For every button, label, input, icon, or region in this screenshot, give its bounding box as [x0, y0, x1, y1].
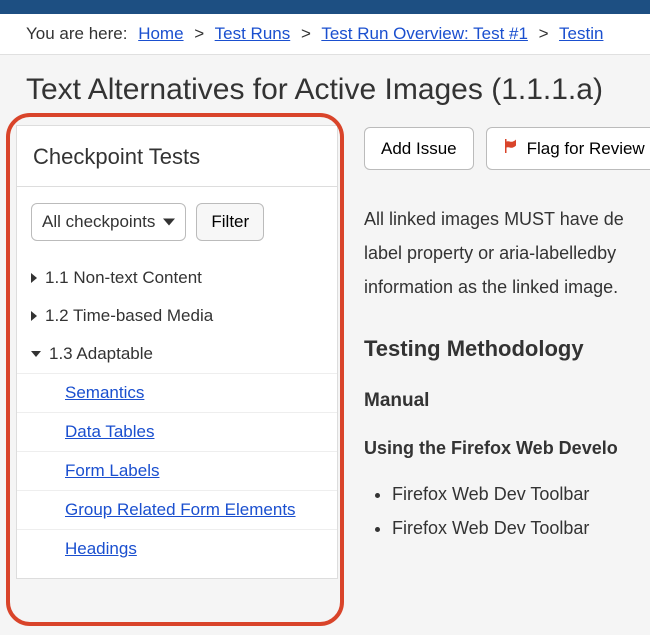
breadcrumb-home[interactable]: Home [138, 24, 183, 43]
checkpoint-tests-panel: Checkpoint Tests All checkpoints Filter … [16, 125, 338, 579]
tree-item-1-1[interactable]: 1.1 Non-text Content [17, 259, 337, 297]
layout: Checkpoint Tests All checkpoints Filter … [0, 125, 650, 631]
breadcrumb: You are here: Home > Test Runs > Test Ru… [0, 14, 650, 54]
checkpoint-tree: 1.1 Non-text Content 1.2 Time-based Medi… [17, 257, 337, 578]
bullet-list: Firefox Web Dev Toolbar Firefox Web Dev … [364, 481, 650, 543]
sidebar-wrap: Checkpoint Tests All checkpoints Filter … [10, 125, 350, 631]
tree-item-1-3[interactable]: 1.3 Adaptable [17, 335, 337, 373]
button-label: Flag for Review [527, 139, 645, 159]
tree-child-headings: Headings [17, 529, 337, 568]
breadcrumb-label: You are here: [26, 24, 127, 43]
tree-link[interactable]: Headings [65, 539, 137, 558]
top-bar [0, 0, 650, 14]
tree-child-form-labels: Form Labels [17, 451, 337, 490]
tree-item-label: 1.2 Time-based Media [45, 306, 213, 326]
breadcrumb-sep: > [194, 24, 204, 43]
content-area: Text Alternatives for Active Images (1.1… [0, 54, 650, 635]
tree-child-semantics: Semantics [17, 373, 337, 412]
button-label: Add Issue [381, 139, 457, 159]
desc-line: information as the linked image. [364, 274, 650, 302]
tree-link[interactable]: Data Tables [65, 422, 154, 441]
page-title: Text Alternatives for Active Images (1.1… [0, 55, 650, 125]
tree-link[interactable]: Group Related Form Elements [65, 500, 296, 519]
caret-right-icon [31, 273, 37, 283]
add-issue-button[interactable]: Add Issue [364, 127, 474, 170]
desc-line: All linked images MUST have de [364, 206, 650, 234]
tree-children: Semantics Data Tables Form Labels Group … [17, 373, 337, 568]
tree-item-label: 1.1 Non-text Content [45, 268, 202, 288]
list-item: Firefox Web Dev Toolbar [392, 515, 650, 543]
main-content: Add Issue Flag for Review All linked ima… [350, 125, 650, 631]
flag-icon [503, 138, 519, 159]
select-value: All checkpoints [42, 212, 155, 232]
tree-child-group-related: Group Related Form Elements [17, 490, 337, 529]
description: All linked images MUST have de label pro… [364, 170, 650, 543]
filter-button[interactable]: Filter [196, 203, 264, 241]
tree-link[interactable]: Semantics [65, 383, 144, 402]
desc-line: label property or aria-labelledby [364, 240, 650, 268]
heading-manual: Manual [364, 386, 650, 415]
breadcrumb-overview[interactable]: Test Run Overview: Test #1 [321, 24, 528, 43]
action-row: Add Issue Flag for Review [364, 125, 650, 170]
checkpoints-select[interactable]: All checkpoints [31, 203, 186, 241]
tree-item-1-2[interactable]: 1.2 Time-based Media [17, 297, 337, 335]
heading-firefox: Using the Firefox Web Develo [364, 435, 650, 463]
caret-down-icon [31, 351, 41, 357]
heading-methodology: Testing Methodology [364, 332, 650, 366]
breadcrumb-sep: > [539, 24, 549, 43]
breadcrumb-sep: > [301, 24, 311, 43]
filter-row: All checkpoints Filter [17, 187, 337, 257]
tree-item-label: 1.3 Adaptable [49, 344, 153, 364]
sidebar-title: Checkpoint Tests [17, 126, 337, 187]
tree-child-data-tables: Data Tables [17, 412, 337, 451]
chevron-down-icon [163, 219, 175, 226]
list-item: Firefox Web Dev Toolbar [392, 481, 650, 509]
breadcrumb-testing[interactable]: Testin [559, 24, 603, 43]
tree-link[interactable]: Form Labels [65, 461, 159, 480]
flag-review-button[interactable]: Flag for Review [486, 127, 650, 170]
caret-right-icon [31, 311, 37, 321]
breadcrumb-test-runs[interactable]: Test Runs [215, 24, 291, 43]
